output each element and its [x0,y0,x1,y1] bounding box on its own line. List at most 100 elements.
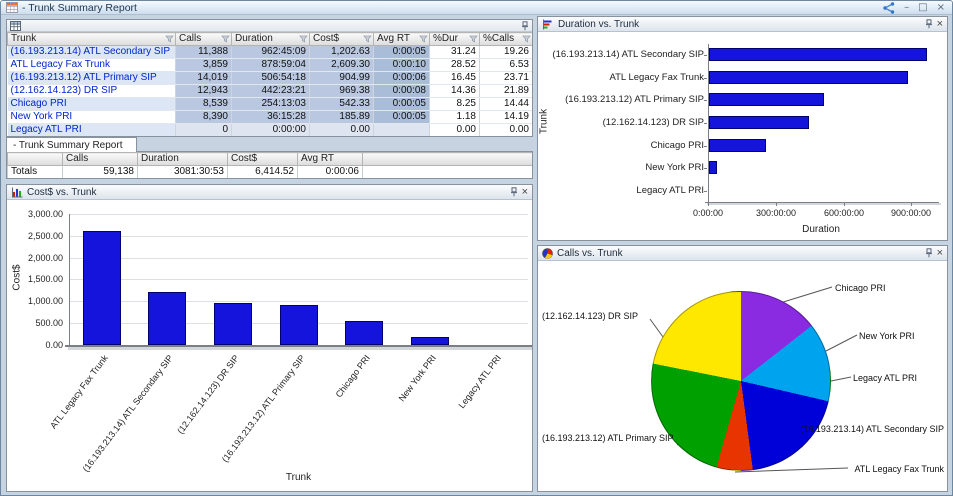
cell-cost: 0.00 [309,123,374,136]
minimize-button[interactable]: – [904,2,909,13]
axis-tick [704,55,707,56]
trunk-table-body: (16.193.213.14) ATL Secondary SIP 11,388 9… [7,45,532,136]
cell-cost: 969.38 [309,84,374,98]
cell-avg-rt [373,123,430,136]
column-header-pct-calls[interactable]: %Calls [479,32,532,46]
tab-label: - Trunk Summary Report [13,139,123,151]
tab-trunk-summary-report[interactable]: - Trunk Summary Report [6,137,137,152]
table-row[interactable]: Chicago PRI 8,539 254:13:03 542.33 0:00:05 8.… [7,97,532,111]
cell-pct-calls: 14.19 [479,110,532,124]
filter-icon[interactable] [165,35,174,45]
table-row[interactable]: (12.162.14.123) DR SIP 12,943 442:23:21 969… [7,84,532,98]
cell-pct-calls: 19.26 [479,45,532,59]
cost-y-axis-title: Cost$ [11,264,23,291]
axis-tick [776,203,777,206]
filter-icon[interactable] [522,35,531,45]
duration-chart-panel: Duration vs. Trunk × Trunk Duration (16.… [537,16,948,241]
cell-duration: 0:00:00 [231,123,310,136]
calls-chart-panel: Calls vs. Trunk × Chicago PRI New York P… [537,245,948,492]
column-header-calls[interactable]: Calls [175,32,232,46]
close-panel-icon[interactable]: × [522,187,528,198]
pie-label-atl-legacy-fax: ATL Legacy Fax Trunk [854,464,944,474]
cell-duration: 254:13:03 [231,97,310,111]
filter-icon[interactable] [469,35,478,45]
cell-cost: 1,202.63 [309,45,374,59]
y-axis-tick-label: 500.00 [35,318,63,328]
table-row[interactable]: Legacy ATL PRI 0 0:00:00 0.00 0.00 0.00 [7,123,532,136]
title-bar[interactable]: - Trunk Summary Report – □ × [1,1,952,15]
pin-icon[interactable] [925,19,933,29]
cell-pct-calls: 21.89 [479,84,532,98]
table-row[interactable]: (16.193.213.14) ATL Secondary SIP 11,388 9… [7,45,532,59]
totals-panel: Calls Duration Cost$ Avg RT Totals 59,13… [6,151,533,179]
totals-avg-rt: 0:00:06 [297,165,363,178]
app-icon [6,2,18,13]
app-window: - Trunk Summary Report – □ × Trunk Calls… [0,0,953,496]
duration-panel-header: Duration vs. Trunk × [538,17,947,32]
cell-calls: 8,539 [175,97,232,111]
cost-x-axis-title: Trunk [285,472,312,483]
x-axis-tick-label: 900:00:00 [890,208,932,218]
axis-tick [704,146,707,147]
share-icon[interactable] [882,1,895,14]
window-title: - Trunk Summary Report [22,1,137,14]
filter-icon[interactable] [419,35,428,45]
column-header-duration[interactable]: Duration [231,32,310,46]
pin-icon[interactable] [925,248,933,258]
gridline [70,279,528,280]
column-header-cost[interactable]: Cost$ [309,32,374,46]
cell-calls: 0 [175,123,232,136]
cell-pct-calls: 6.53 [479,58,532,72]
grid-icon[interactable] [10,20,21,31]
totals-header-duration: Duration [137,152,228,166]
cost-bar [411,337,449,345]
totals-row[interactable]: Totals 59,138 3081:30:53 6,414.52 0:00:0… [7,165,532,178]
category-label: (16.193.213.12) ATL Primary SIP [565,94,704,105]
totals-header-filler [362,152,532,166]
totals-calls: 59,138 [62,165,138,178]
filter-icon[interactable] [363,35,372,45]
column-header-trunk[interactable]: Trunk [7,32,176,46]
cell-avg-rt: 0:00:06 [373,71,430,85]
close-panel-icon[interactable]: × [937,19,943,30]
duration-bar [709,93,824,106]
cost-bar [214,303,252,345]
table-row[interactable]: New York PRI 8,390 36:15:28 185.89 0:00:05 1.… [7,110,532,124]
axis-tick [704,78,707,79]
totals-table: Calls Duration Cost$ Avg RT Totals 59,13… [7,152,532,178]
cost-bar [345,321,383,345]
filter-icon[interactable] [221,35,230,45]
gridline [70,301,528,302]
axis-tick [704,168,707,169]
cell-calls: 14,019 [175,71,232,85]
pin-icon[interactable] [510,187,518,197]
gridline [70,236,528,237]
hbar-chart-icon [542,19,554,30]
axis-shadow [68,347,532,350]
axis-tick [844,203,845,206]
cell-trunk: New York PRI [7,110,176,124]
column-header-avg-rt[interactable]: Avg RT [373,32,430,46]
cell-trunk: Legacy ATL PRI [7,123,176,136]
totals-duration: 3081:30:53 [137,165,228,178]
maximize-button[interactable]: □ [918,2,927,13]
table-row[interactable]: (16.193.213.12) ATL Primary SIP 14,019 506… [7,71,532,85]
cell-duration: 878:59:04 [231,58,310,72]
cell-calls: 3,859 [175,58,232,72]
cell-duration: 506:54:18 [231,71,310,85]
cell-trunk: (16.193.213.12) ATL Primary SIP [7,71,176,85]
column-header-pct-dur[interactable]: %Dur [429,32,480,46]
close-panel-icon[interactable]: × [937,248,943,259]
table-row[interactable]: ATL Legacy Fax Trunk 3,859 878:59:04 2,609.… [7,58,532,72]
category-label: New York PRI [645,162,704,173]
pin-icon[interactable] [521,20,529,31]
cost-bar [148,292,186,345]
filter-icon[interactable] [299,35,308,45]
close-button[interactable]: × [937,2,945,13]
pie-label-dr-sip: (12.162.14.123) DR SIP [542,311,639,321]
duration-chart: Trunk Duration (16.193.213.14) ATL Secon… [538,32,947,240]
cost-chart-panel: Cost$ vs. Trunk × Cost$ Trunk 0.00 500.00… [6,184,533,492]
totals-filler [362,165,532,178]
cell-pct-dur: 0.00 [429,123,480,136]
duration-x-axis-title: Duration [802,224,840,235]
